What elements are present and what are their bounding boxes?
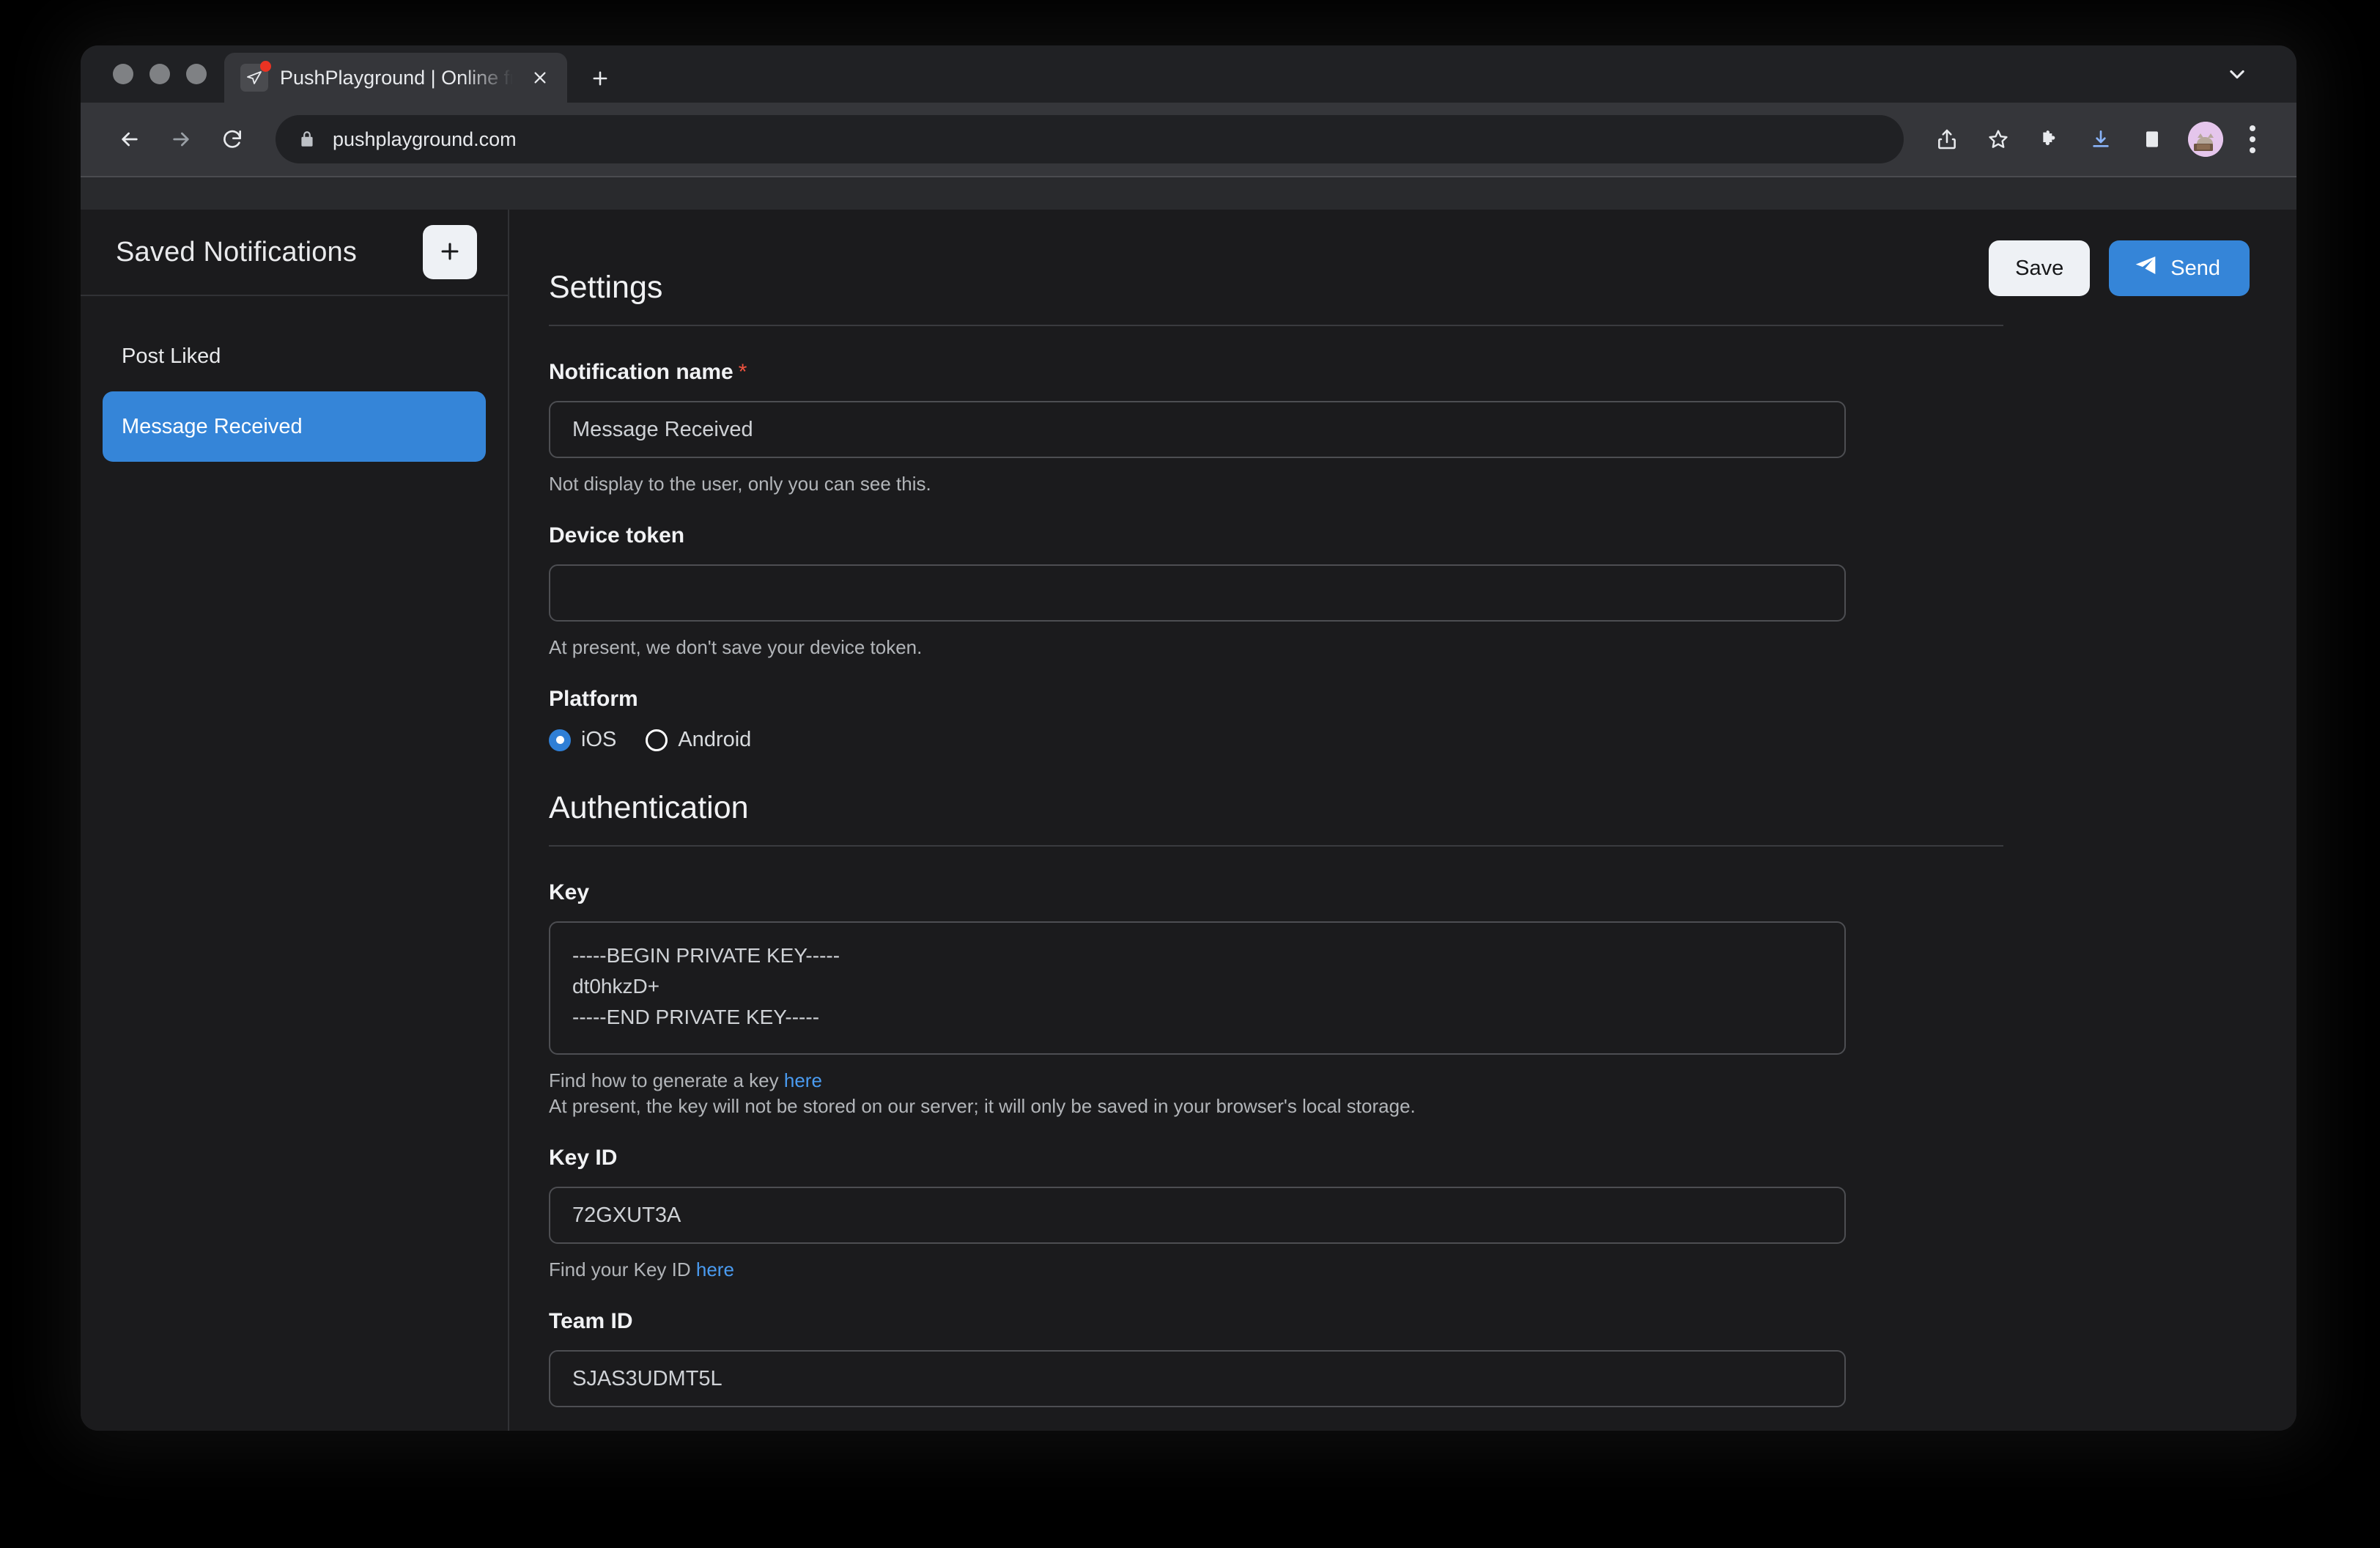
browser-window: PushPlayground | Online free A bbox=[81, 45, 2296, 1431]
section-divider bbox=[549, 845, 2003, 847]
key-label: Key bbox=[549, 880, 590, 905]
address-bar[interactable]: pushplayground.com bbox=[276, 115, 1904, 163]
lock-icon bbox=[298, 130, 317, 149]
send-button[interactable]: Send bbox=[2109, 240, 2250, 296]
address-bar-url: pushplayground.com bbox=[333, 128, 517, 150]
key-helper-prefix: Find how to generate a key bbox=[549, 1069, 784, 1092]
bookmarks-bar bbox=[81, 176, 2296, 210]
close-icon[interactable] bbox=[525, 62, 555, 93]
plus-icon bbox=[437, 239, 462, 266]
list-item-label: Message Received bbox=[122, 414, 303, 438]
radio-android[interactable]: Android bbox=[646, 728, 764, 752]
notification-name-input[interactable]: Message Received bbox=[549, 401, 1846, 458]
notification-list: Post Liked Message Received bbox=[81, 296, 508, 462]
radio-android-label: Android bbox=[678, 728, 752, 752]
tab-title: PushPlayground | Online free A bbox=[280, 66, 513, 89]
resize-grip-icon[interactable] bbox=[1824, 1034, 1840, 1050]
chevron-down-icon[interactable] bbox=[2211, 45, 2263, 103]
side-panel-icon[interactable] bbox=[2129, 117, 2175, 162]
key-id-field: Key ID 72GXUT3A Find your Key ID here bbox=[549, 1146, 2003, 1283]
section-divider bbox=[549, 325, 2003, 326]
star-icon[interactable] bbox=[1976, 117, 2021, 162]
forward-arrow-icon[interactable] bbox=[158, 117, 204, 162]
settings-heading: Settings bbox=[549, 270, 663, 305]
key-id-input[interactable]: 72GXUT3A bbox=[549, 1187, 1846, 1245]
platform-label: Platform bbox=[549, 687, 638, 712]
platform-radio-group: iOS Android bbox=[549, 728, 2003, 752]
key-id-helper-link[interactable]: here bbox=[696, 1258, 734, 1280]
key-id-label: Key ID bbox=[549, 1146, 618, 1171]
notification-name-helper: Not display to the user, only you can se… bbox=[549, 473, 931, 495]
required-marker: * bbox=[738, 360, 747, 384]
key-field: Key -----BEGIN PRIVATE KEY----- dt0hkzD+… bbox=[549, 880, 2003, 1119]
key-textarea-value: -----BEGIN PRIVATE KEY----- dt0hkzD+ ---… bbox=[572, 944, 840, 1029]
key-id-helper: Find your Key ID here bbox=[549, 1257, 2003, 1283]
paper-plane-icon bbox=[2134, 254, 2157, 283]
main-actions: Save Send bbox=[1989, 240, 2250, 296]
key-textarea[interactable]: -----BEGIN PRIVATE KEY----- dt0hkzD+ ---… bbox=[549, 921, 1846, 1055]
window-controls bbox=[81, 45, 224, 103]
radio-ios[interactable]: iOS bbox=[549, 728, 629, 752]
sidebar-item-message-received[interactable]: Message Received bbox=[103, 391, 486, 462]
kebab-menu-icon[interactable] bbox=[2233, 117, 2272, 162]
avatar[interactable] bbox=[2188, 122, 2223, 157]
device-token-input[interactable] bbox=[549, 564, 1846, 622]
sidebar-header: Saved Notifications bbox=[81, 210, 508, 296]
browser-tab[interactable]: PushPlayground | Online free A bbox=[224, 53, 567, 103]
list-item-label: Post Liked bbox=[122, 344, 221, 368]
puzzle-icon[interactable] bbox=[2027, 117, 2072, 162]
share-icon[interactable] bbox=[1924, 117, 1970, 162]
platform-field: Platform iOS Android bbox=[549, 687, 2003, 752]
label-text: Notification name bbox=[549, 360, 733, 384]
device-token-helper: At present, we don't save your device to… bbox=[549, 636, 923, 659]
maximize-window-button[interactable] bbox=[186, 64, 207, 84]
radio-ios-label: iOS bbox=[581, 728, 617, 752]
key-helper-line-1: Find how to generate a key here bbox=[549, 1068, 2003, 1094]
key-helper-link[interactable]: here bbox=[784, 1069, 822, 1091]
notification-form: Settings Notification name * Message Rece… bbox=[549, 210, 2003, 1408]
sidebar-title: Saved Notifications bbox=[116, 236, 358, 268]
reload-icon[interactable] bbox=[210, 117, 255, 162]
close-window-button[interactable] bbox=[113, 64, 133, 84]
new-tab-button[interactable] bbox=[576, 54, 624, 103]
add-notification-button[interactable] bbox=[423, 225, 477, 279]
key-id-helper-prefix: Find your Key ID bbox=[549, 1258, 696, 1281]
team-id-label: Team ID bbox=[549, 1309, 633, 1334]
minimize-window-button[interactable] bbox=[149, 64, 170, 84]
download-icon[interactable] bbox=[2078, 117, 2124, 162]
back-arrow-icon[interactable] bbox=[107, 117, 152, 162]
device-token-field: Device token At present, we don't save y… bbox=[549, 523, 2003, 660]
key-helper-line-2: At present, the key will not be stored o… bbox=[549, 1095, 1416, 1118]
authentication-heading: Authentication bbox=[549, 790, 749, 826]
page-content: Saved Notifications Post Liked Message R… bbox=[81, 210, 2296, 1431]
save-button[interactable]: Save bbox=[1989, 240, 2091, 296]
browser-toolbar: pushplayground.com bbox=[81, 103, 2296, 176]
tab-strip: PushPlayground | Online free A bbox=[81, 45, 2296, 103]
notification-name-field: Notification name * Message Received Not … bbox=[549, 360, 2003, 497]
paper-plane-icon bbox=[240, 61, 271, 92]
radio-android-indicator bbox=[646, 729, 668, 751]
key-helper: Find how to generate a key here At prese… bbox=[549, 1068, 2003, 1119]
device-token-label: Device token bbox=[549, 523, 685, 548]
radio-ios-indicator bbox=[549, 729, 571, 751]
team-id-input[interactable]: SJAS3UDMT5L bbox=[549, 1350, 1846, 1408]
main-panel: Save Send Settings Notification name * M… bbox=[509, 210, 2296, 1431]
save-button-label: Save bbox=[2015, 256, 2064, 280]
notification-name-label: Notification name * bbox=[549, 360, 2003, 385]
sidebar-item-post-liked[interactable]: Post Liked bbox=[103, 321, 486, 391]
notification-badge bbox=[260, 61, 271, 72]
sidebar: Saved Notifications Post Liked Message R… bbox=[81, 210, 509, 1431]
send-button-label: Send bbox=[2170, 256, 2220, 280]
team-id-field: Team ID SJAS3UDMT5L bbox=[549, 1309, 2003, 1408]
